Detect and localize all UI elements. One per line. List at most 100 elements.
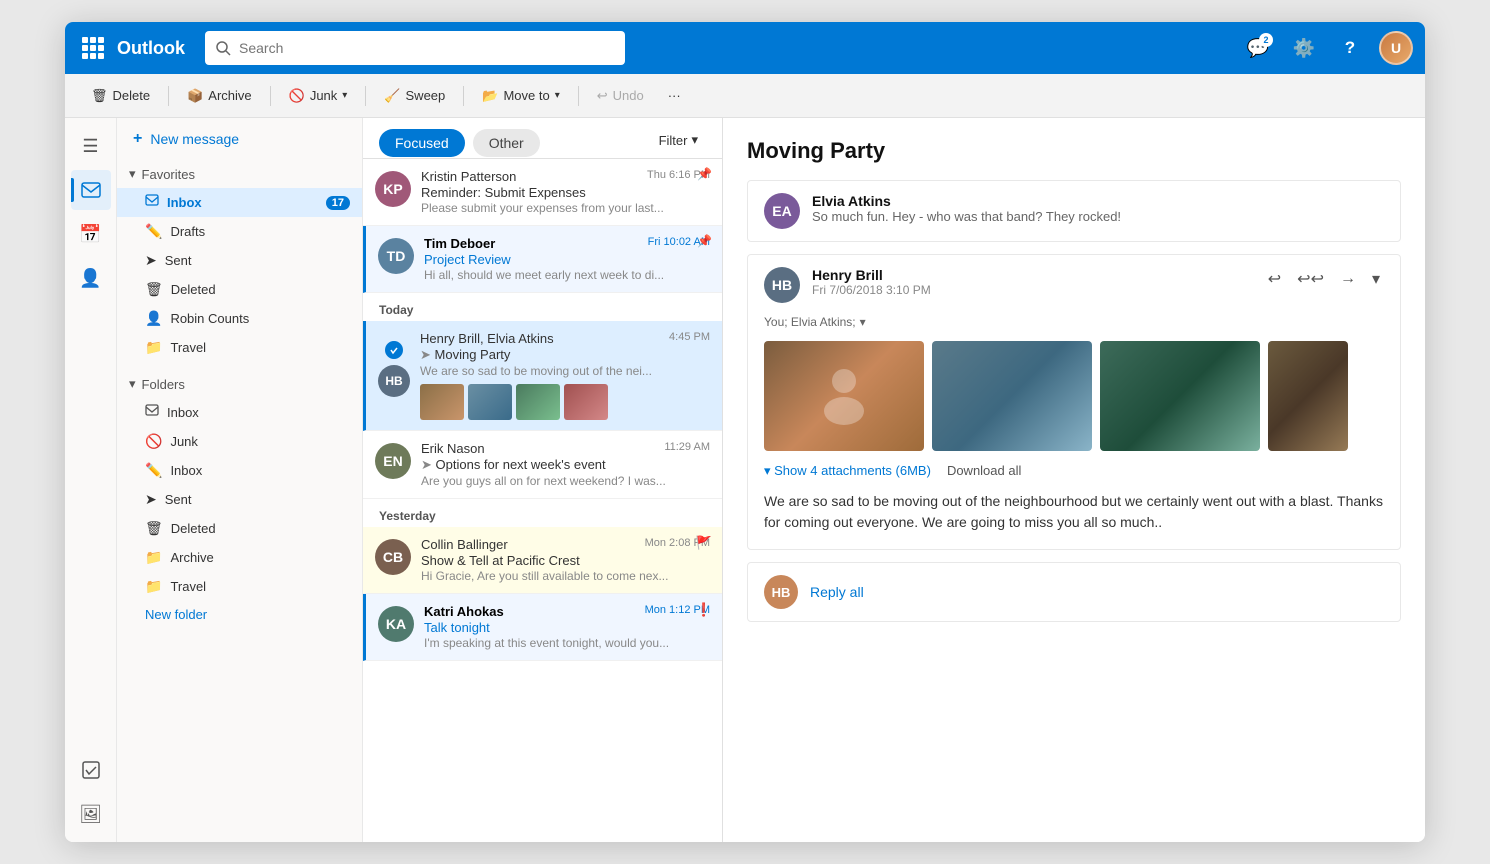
sidebar-item-archive[interactable]: 📁 Archive [117,543,362,572]
skype-badge: 2 [1259,33,1273,47]
sidebar-item-inbox-folder[interactable]: Inbox [117,398,362,427]
app-title: Outlook [117,38,185,59]
avatar: EN [375,443,411,479]
recipients-chevron-down-icon[interactable]: ▾ [860,315,866,329]
reply-button[interactable]: ↩ [1264,267,1285,291]
sidebar-item-sent[interactable]: ➤ Sent [117,246,362,275]
email-preview: Hi all, should we meet early next week t… [424,268,710,282]
list-item[interactable]: EN Erik Nason 11:29 AM ➤ Options for nex… [363,431,722,499]
move-to-button[interactable]: 📂 Move to ▾ [472,80,569,112]
reply-box[interactable]: HB Reply all [747,562,1401,622]
email-preview: Please submit your expenses from your la… [421,201,710,215]
email-sender: Erik Nason [421,441,485,456]
list-item[interactable]: KA Katri Ahokas Mon 1:12 PM Talk tonight… [363,594,722,661]
toolbar: 🗑 Delete 📦 Archive 🚫 Junk ▾ 🧹 Sweep 📂 Mo… [65,74,1425,118]
email-sender: Tim Deboer [424,236,495,251]
new-message-button[interactable]: + New message [117,118,362,160]
undo-label: Undo [613,88,644,103]
show-attachments-link[interactable]: ▾ Show 4 attachments (6MB) [764,463,931,479]
list-item[interactable]: TD Tim Deboer Fri 10:02 AM Project Revie… [363,226,722,293]
nav-people-button[interactable]: 👤 [71,258,111,298]
focused-tab-label: Focused [395,135,449,151]
new-folder-button[interactable]: New folder [117,601,362,628]
junk-button[interactable]: 🚫 Junk ▾ [279,80,358,112]
download-all-link[interactable]: Download all [947,463,1021,479]
settings-button[interactable]: ⚙️ [1287,31,1321,65]
chevron-down-icon: ▾ [129,166,136,182]
email-content: Kristin Patterson Thu 6:16 PM Reminder: … [421,169,710,215]
delete-button[interactable]: 🗑 Delete [81,80,160,112]
email-detail: Moving Party EA Elvia Atkins So much fun… [723,118,1425,842]
nav-gallery-button[interactable]: 🖼 [71,794,111,834]
archive-label: Archive [208,88,251,103]
email-subject: Reminder: Submit Expenses [421,185,710,200]
thread-text: We are so sad to be moving out of the ne… [764,491,1384,533]
email-header: Tim Deboer Fri 10:02 AM [424,236,710,251]
sweep-icon: 🧹 [384,88,400,104]
nav-menu-button[interactable]: ☰ [71,126,111,166]
sweep-button[interactable]: 🧹 Sweep [374,80,455,112]
folders-header[interactable]: ▾ Folders [117,370,362,398]
sidebar-item-travel-folder[interactable]: 📁 Travel [117,572,362,601]
important-icon: ❗ [696,602,712,618]
inbox-icon [145,194,159,211]
thread-meta: Elvia Atkins So much fun. Hey - who was … [812,193,1384,224]
tab-other[interactable]: Other [473,129,540,157]
email-list-tabs: Focused Other Filter ▾ [363,118,722,159]
thread-meta: Henry Brill Fri 7/06/2018 3:10 PM [812,267,1252,297]
sidebar-item-drafts[interactable]: ✏️ Drafts [117,217,362,246]
email-header: Henry Brill, Elvia Atkins 4:45 PM [420,331,710,346]
email-header: Collin Ballinger Mon 2:08 PM [421,537,710,552]
sidebar-item-sent-folder[interactable]: ➤ Sent [117,485,362,514]
thumbnail [468,384,512,420]
topbar: Outlook 💬 2 ⚙️ ? U [65,22,1425,74]
list-item[interactable]: HB Henry Brill, Elvia Atkins 4:45 PM ➤ M… [363,321,722,431]
search-input[interactable] [239,40,615,56]
user-avatar[interactable]: U [1379,31,1413,65]
waffle-button[interactable] [77,32,109,64]
nav-calendar-button[interactable]: 📅 [71,214,111,254]
forward-button[interactable]: → [1336,267,1360,291]
email-time: 11:29 AM [664,441,710,453]
filter-button[interactable]: Filter ▾ [651,128,706,152]
email-subject: ➤ Moving Party [420,347,710,363]
sidebar-item-deleted[interactable]: 🗑 Deleted [117,275,362,304]
folders-chevron-down-icon: ▾ [129,376,136,392]
expand-button[interactable]: ▾ [1368,267,1384,291]
search-bar[interactable] [205,31,625,65]
list-item[interactable]: KP Kristin Patterson Thu 6:16 PM Reminde… [363,159,722,226]
sidebar-item-travel-fav[interactable]: 📁 Travel [117,333,362,362]
help-button[interactable]: ? [1333,31,1367,65]
thumbnail [516,384,560,420]
thread-header[interactable]: EA Elvia Atkins So much fun. Hey - who w… [748,181,1400,241]
skype-button[interactable]: 💬 2 [1241,31,1275,65]
archive-button[interactable]: 📦 Archive [177,80,262,112]
nav-mail-button[interactable] [71,170,111,210]
nav-tasks-button[interactable] [71,750,111,790]
sidebar-item-junk[interactable]: 🚫 Junk [117,427,362,456]
email-preview: Are you guys all on for next weekend? I … [421,474,710,488]
other-tab-label: Other [489,135,524,151]
flag-icon: 🚩 [696,535,712,551]
folders-label: Folders [142,377,185,392]
favorites-header[interactable]: ▾ Favorites [117,160,362,188]
thread-header[interactable]: HB Henry Brill Fri 7/06/2018 3:10 PM ↩ ↩… [748,255,1400,315]
tab-focused[interactable]: Focused [379,129,465,157]
yesterday-section-label: Yesterday [363,499,722,527]
sidebar-item-deleted-folder[interactable]: 🗑 Deleted [117,514,362,543]
reply-all-button[interactable]: Reply all [810,584,864,600]
email-list-scroll: KP Kristin Patterson Thu 6:16 PM Reminde… [363,159,722,842]
sidebar-item-robin-counts[interactable]: 👤 Robin Counts [117,304,362,333]
reply-all-button[interactable]: ↩↩ [1293,267,1328,291]
more-button[interactable]: ··· [658,80,691,112]
sidebar-item-inbox-fav[interactable]: Inbox 17 [117,188,362,217]
sidebar-item-inbox-folder-2[interactable]: ✏️ Inbox [117,456,362,485]
undo-icon: ↩ [597,88,608,104]
undo-button[interactable]: ↩ Undo [587,80,654,112]
email-sender: Kristin Patterson [421,169,516,184]
sidebar-deleted-folder-label: Deleted [171,521,350,536]
tasks-icon [81,760,101,780]
move-chevron-down-icon: ▾ [555,90,560,101]
list-item[interactable]: CB Collin Ballinger Mon 2:08 PM Show & T… [363,527,722,594]
search-icon [215,40,231,56]
